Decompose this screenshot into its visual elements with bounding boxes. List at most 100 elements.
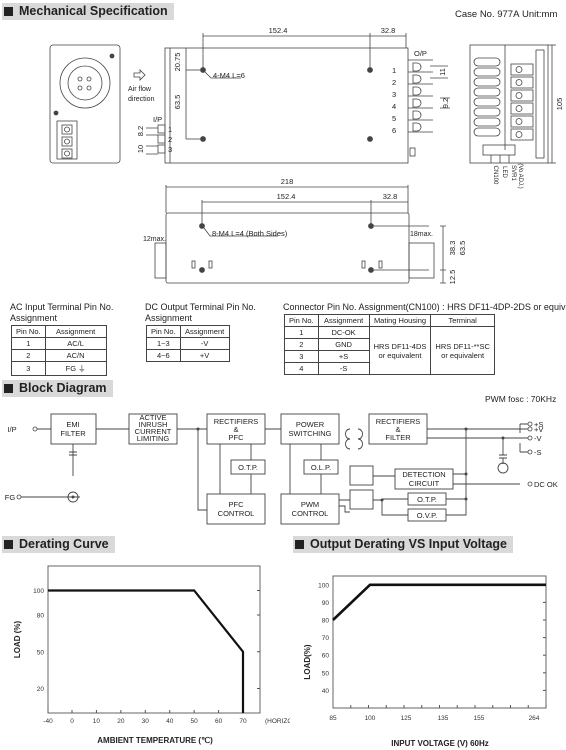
dim-218: 218	[281, 177, 294, 186]
svg-text:8.2: 8.2	[136, 126, 145, 136]
svg-text:direction: direction	[128, 96, 155, 103]
transformer-icon	[345, 428, 363, 450]
svg-text:LED: LED	[501, 166, 507, 178]
section-header-derating: Derating Curve	[2, 536, 115, 553]
table-row: 1~3 -V	[146, 337, 230, 350]
output-derating-chart: 85 100 125 135 155 264 40 50 60 70 80 90 100 INPUT VO…	[303, 575, 547, 748]
svg-text:3: 3	[168, 145, 172, 154]
svg-text:6: 6	[392, 126, 396, 135]
svg-text:(Vo ADJ.): (Vo ADJ.)	[517, 163, 523, 188]
dcok-text: DC OK	[534, 480, 558, 489]
svg-text:O.T.P.: O.T.P.	[238, 463, 258, 472]
x-tick-label: 125	[401, 715, 412, 722]
y-tick-label: 20	[37, 686, 45, 693]
x-axis-label: INPUT VOLTAGE (V) 60Hz	[391, 739, 489, 748]
section-bullet-icon	[295, 540, 304, 549]
table-row: 2 AC/N	[11, 349, 107, 362]
svg-text:1: 1	[168, 125, 172, 134]
svg-text:O.T.P.: O.T.P.	[417, 495, 437, 504]
svg-text:9.2: 9.2	[441, 98, 450, 108]
svg-text:FILTER: FILTER	[60, 429, 86, 438]
y-tick-label: 50	[37, 649, 45, 656]
svg-text:2: 2	[392, 78, 396, 87]
y-tick-label: 100	[318, 582, 329, 589]
x-tick-label: 30	[142, 718, 150, 725]
derating-line	[332, 583, 546, 621]
svg-text:PFC: PFC	[229, 500, 245, 509]
x-tick-label: 0	[70, 718, 74, 725]
svg-text:DETECTION: DETECTION	[402, 470, 445, 479]
svg-text:EMI: EMI	[66, 420, 79, 429]
x-tick-label: 85	[329, 715, 337, 722]
cn-table-title: Connector Pin No. Assignment(CN100) : HR…	[283, 302, 566, 312]
x-tick-label: 10	[93, 718, 101, 725]
y-tick-label: 40	[322, 688, 330, 695]
svg-text:1: 1	[392, 66, 396, 75]
svg-text:3: 3	[392, 90, 396, 99]
svg-text:63.5: 63.5	[458, 241, 467, 256]
svg-text:152.4: 152.4	[277, 192, 296, 201]
x-tick-label: 155	[474, 715, 485, 722]
top-view	[146, 33, 450, 164]
svg-text:PWM: PWM	[301, 500, 319, 509]
dim-32-8-top: 32.8	[381, 26, 396, 35]
x-tick-label: 264	[529, 715, 540, 722]
ac-table-title: AC Input Terminal Pin No. Assignment	[10, 302, 114, 323]
svg-text:32.8: 32.8	[383, 192, 398, 201]
y-tick-label: 80	[37, 613, 45, 620]
section-title: Block Diagram	[19, 381, 107, 395]
airflow-arrow-icon	[133, 69, 146, 81]
section-title: Output Derating VS Input Voltage	[310, 537, 507, 551]
x-tick-label: 60	[215, 718, 223, 725]
y-tick-label: 100	[33, 588, 44, 595]
x-note: (HORIZONTAL)	[265, 718, 290, 725]
y-axis-label: LOAD(%)	[303, 644, 312, 679]
svg-text:CONTROL: CONTROL	[292, 509, 329, 518]
dim-63-5-top: 63.5	[173, 95, 182, 110]
op-label: O/P	[414, 49, 427, 58]
optocoupler-2-icon	[349, 489, 374, 510]
svg-text:2: 2	[168, 135, 172, 144]
ac-input-table: Pin No. Assignment 1 AC/L 2 AC/N 3 FG ⏚	[11, 325, 107, 376]
svg-text:CONTROL: CONTROL	[218, 509, 255, 518]
optocoupler-1-icon	[349, 465, 374, 486]
section-header-output-derating: Output Derating VS Input Voltage	[293, 536, 513, 553]
screw-label-top: 4-M4 L=6	[213, 71, 245, 80]
x-tick-label: 70	[239, 718, 247, 725]
svg-text:CIRCUIT: CIRCUIT	[409, 479, 440, 488]
section-bullet-icon	[4, 384, 13, 393]
svg-text:SWITCHING: SWITCHING	[289, 429, 332, 438]
side-view	[469, 44, 556, 164]
x-tick-label: 20	[117, 718, 125, 725]
x-tick-label: 40	[166, 718, 174, 725]
svg-text:4: 4	[392, 102, 396, 111]
y-tick-label: 90	[322, 600, 330, 607]
fg-text: FG	[5, 493, 16, 502]
front-view-fan	[49, 44, 121, 164]
svg-text:PFC: PFC	[229, 433, 245, 442]
y-tick-label: 80	[322, 618, 330, 625]
y-axis-label: LOAD (%)	[13, 621, 22, 659]
svg-text:-S: -S	[534, 448, 542, 457]
x-tick-label: 100	[365, 715, 376, 722]
table-row: 1 AC/L	[11, 337, 107, 350]
x-axis-label: AMBIENT TEMPERATURE (℃)	[97, 736, 213, 745]
svg-text:FILTER: FILTER	[385, 433, 411, 442]
y-tick-label: 50	[322, 670, 330, 677]
bottom-view	[154, 185, 446, 284]
dc-output-table: Pin No. Assignment 1~3 -V 4~6 +V	[146, 325, 230, 362]
svg-text:+V: +V	[534, 425, 543, 434]
section-title: Derating Curve	[19, 537, 109, 551]
table-row: 4~6 +V	[146, 349, 230, 362]
svg-text:POWER: POWER	[296, 420, 325, 429]
ip-label: I/P	[153, 115, 162, 124]
section-header-block: Block Diagram	[2, 380, 113, 397]
x-tick-label: 135	[438, 715, 449, 722]
svg-text:10: 10	[136, 145, 145, 153]
svg-text:18max.: 18max.	[410, 231, 433, 238]
svg-text:CN100: CN100	[492, 166, 498, 185]
svg-text:5: 5	[392, 114, 396, 123]
connector-table: Pin No. Assignment Mating Housing Terminal …	[284, 314, 495, 375]
svg-text:12max.: 12max.	[143, 236, 166, 243]
svg-text:Air flow: Air flow	[128, 86, 152, 93]
